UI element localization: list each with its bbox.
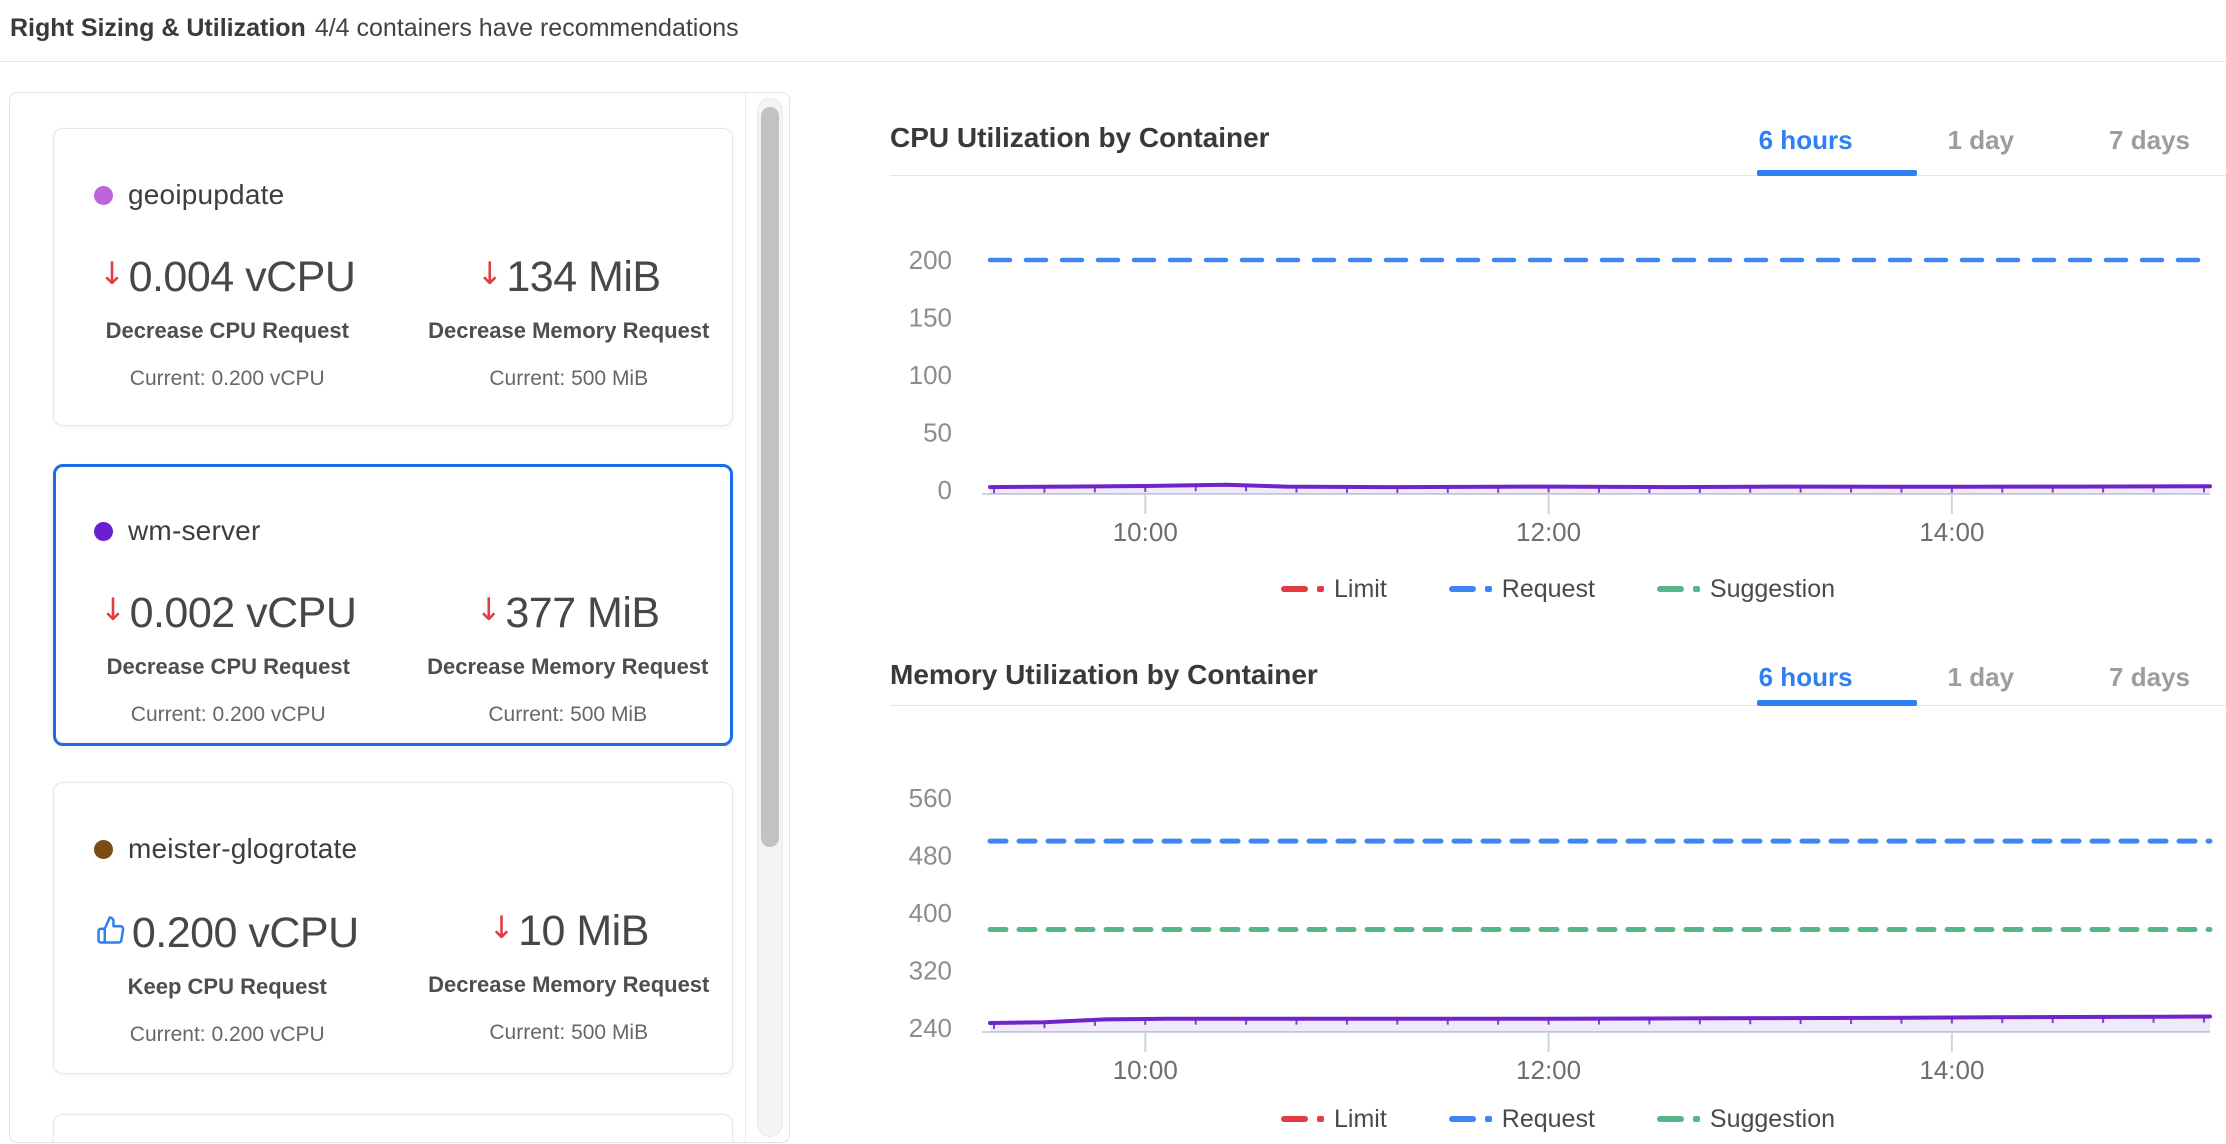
cpu-current-value: Current: 0.200 vCPU bbox=[64, 1023, 391, 1047]
arrow-down-icon: ↓ bbox=[99, 256, 124, 292]
cpu-utilization-chart: 0 50 100 150 200 10:00 12:00 14:00 bbox=[890, 185, 2226, 565]
cpu-recommended-value: 0.004 vCPU bbox=[129, 253, 356, 301]
legend-item-suggestion[interactable]: Suggestion bbox=[1657, 575, 1835, 604]
arrow-down-icon: ↓ bbox=[476, 592, 501, 628]
memory-action-label: Decrease Memory Request bbox=[406, 654, 731, 680]
cpu-recommended-value: 0.200 vCPU bbox=[132, 909, 359, 957]
svg-text:150: 150 bbox=[909, 303, 952, 333]
container-card-geoipupdate[interactable]: geoipupdate ↓0.004 vCPU Decrease CPU Req… bbox=[53, 128, 733, 426]
container-name: geoipupdate bbox=[128, 179, 284, 211]
cpu-chart-title: CPU Utilization by Container bbox=[890, 122, 1270, 154]
svg-text:320: 320 bbox=[909, 956, 952, 986]
tab-6-hours[interactable]: 6 hours bbox=[1759, 662, 1853, 693]
svg-text:10:00: 10:00 bbox=[1113, 517, 1178, 547]
svg-text:50: 50 bbox=[923, 418, 952, 448]
svg-text:10:00: 10:00 bbox=[1113, 1055, 1178, 1085]
arrow-down-icon: ↓ bbox=[477, 256, 502, 292]
memory-action-label: Decrease Memory Request bbox=[406, 972, 733, 998]
request-line-swatch bbox=[1449, 586, 1492, 592]
memory-recommendation: ↓10 MiB Decrease Memory Request Current:… bbox=[406, 907, 733, 1047]
legend-item-request[interactable]: Request bbox=[1449, 575, 1595, 604]
memory-selected-tab-underline bbox=[1757, 700, 1917, 706]
cpu-chart-legend: Limit Request Suggestion bbox=[890, 572, 2226, 606]
memory-recommendation: ↓377 MiB Decrease Memory Request Current… bbox=[406, 589, 731, 727]
container-color-dot bbox=[94, 522, 113, 541]
cpu-recommendation: 0.200 vCPU Keep CPU Request Current: 0.2… bbox=[64, 907, 391, 1047]
memory-recommended-value: 134 MiB bbox=[506, 253, 660, 301]
container-card-partial[interactable] bbox=[53, 1114, 733, 1143]
limit-line-swatch bbox=[1281, 586, 1324, 592]
page-title: Right Sizing & Utilization bbox=[10, 14, 306, 42]
page-subtitle: 4/4 containers have recommendations bbox=[315, 14, 739, 42]
cpu-recommendation: ↓0.002 vCPU Decrease CPU Request Current… bbox=[66, 589, 391, 727]
tab-7-days[interactable]: 7 days bbox=[2109, 662, 2190, 693]
svg-text:12:00: 12:00 bbox=[1516, 1055, 1581, 1085]
legend-item-limit[interactable]: Limit bbox=[1281, 1105, 1387, 1134]
svg-text:240: 240 bbox=[909, 1013, 952, 1043]
memory-chart-legend: Limit Request Suggestion bbox=[890, 1102, 2226, 1136]
svg-text:100: 100 bbox=[909, 360, 952, 390]
container-card-wm-server[interactable]: wm-server ↓0.002 vCPU Decrease CPU Reque… bbox=[53, 464, 733, 746]
memory-current-value: Current: 500 MiB bbox=[406, 1021, 733, 1045]
container-card-meister-glogrotate[interactable]: meister-glogrotate 0.200 vCPU Keep CPU R… bbox=[53, 782, 733, 1074]
legend-item-request[interactable]: Request bbox=[1449, 1105, 1595, 1134]
cpu-recommended-value: 0.002 vCPU bbox=[130, 589, 357, 637]
tab-6-hours[interactable]: 6 hours bbox=[1759, 125, 1853, 156]
svg-text:560: 560 bbox=[909, 783, 952, 813]
svg-text:0: 0 bbox=[938, 475, 952, 505]
cpu-action-label: Keep CPU Request bbox=[64, 974, 391, 1000]
memory-recommendation: ↓134 MiB Decrease Memory Request Current… bbox=[406, 253, 733, 391]
memory-recommended-value: 377 MiB bbox=[505, 589, 659, 637]
page-header: Right Sizing & Utilization 4/4 containers… bbox=[0, 0, 2226, 62]
svg-text:200: 200 bbox=[909, 245, 952, 275]
thumbs-up-icon bbox=[96, 907, 126, 956]
container-color-dot bbox=[94, 840, 113, 859]
container-name: meister-glogrotate bbox=[128, 833, 357, 865]
cpu-action-label: Decrease CPU Request bbox=[64, 318, 391, 344]
request-line-swatch bbox=[1449, 1116, 1492, 1122]
tab-1-day[interactable]: 1 day bbox=[1948, 125, 2015, 156]
svg-text:480: 480 bbox=[909, 841, 952, 871]
panel-scroll-divider bbox=[745, 93, 746, 1142]
memory-current-value: Current: 500 MiB bbox=[406, 367, 733, 391]
cpu-section-divider bbox=[890, 175, 2226, 176]
cpu-recommendation: ↓0.004 vCPU Decrease CPU Request Current… bbox=[64, 253, 391, 391]
cpu-current-value: Current: 0.200 vCPU bbox=[66, 703, 391, 727]
arrow-down-icon: ↓ bbox=[489, 910, 514, 946]
legend-item-suggestion[interactable]: Suggestion bbox=[1657, 1105, 1835, 1134]
scrollbar-track[interactable] bbox=[757, 98, 783, 1137]
recommendations-panel: geoipupdate ↓0.004 vCPU Decrease CPU Req… bbox=[9, 92, 790, 1143]
memory-current-value: Current: 500 MiB bbox=[406, 703, 731, 727]
memory-recommended-value: 10 MiB bbox=[518, 907, 649, 955]
arrow-down-icon: ↓ bbox=[100, 592, 125, 628]
memory-chart-title: Memory Utilization by Container bbox=[890, 659, 1318, 691]
svg-text:14:00: 14:00 bbox=[1919, 1055, 1984, 1085]
cpu-timerange-tabs: 6 hours 1 day 7 days bbox=[1759, 125, 2190, 156]
scrollbar-thumb[interactable] bbox=[761, 107, 779, 847]
container-color-dot bbox=[94, 186, 113, 205]
cpu-action-label: Decrease CPU Request bbox=[66, 654, 391, 680]
memory-action-label: Decrease Memory Request bbox=[406, 318, 733, 344]
tab-7-days[interactable]: 7 days bbox=[2109, 125, 2190, 156]
memory-timerange-tabs: 6 hours 1 day 7 days bbox=[1759, 662, 2190, 693]
suggestion-line-swatch bbox=[1657, 586, 1700, 592]
svg-text:12:00: 12:00 bbox=[1516, 517, 1581, 547]
legend-item-limit[interactable]: Limit bbox=[1281, 575, 1387, 604]
suggestion-line-swatch bbox=[1657, 1116, 1700, 1122]
cpu-current-value: Current: 0.200 vCPU bbox=[64, 367, 391, 391]
svg-text:400: 400 bbox=[909, 898, 952, 928]
cpu-selected-tab-underline bbox=[1757, 170, 1917, 176]
tab-1-day[interactable]: 1 day bbox=[1948, 662, 2015, 693]
container-name: wm-server bbox=[128, 515, 260, 547]
limit-line-swatch bbox=[1281, 1116, 1324, 1122]
memory-utilization-chart: 240 320 400 480 560 10:00 12:00 14:00 bbox=[890, 716, 2226, 1096]
svg-text:14:00: 14:00 bbox=[1919, 517, 1984, 547]
memory-section-divider bbox=[890, 705, 2226, 706]
